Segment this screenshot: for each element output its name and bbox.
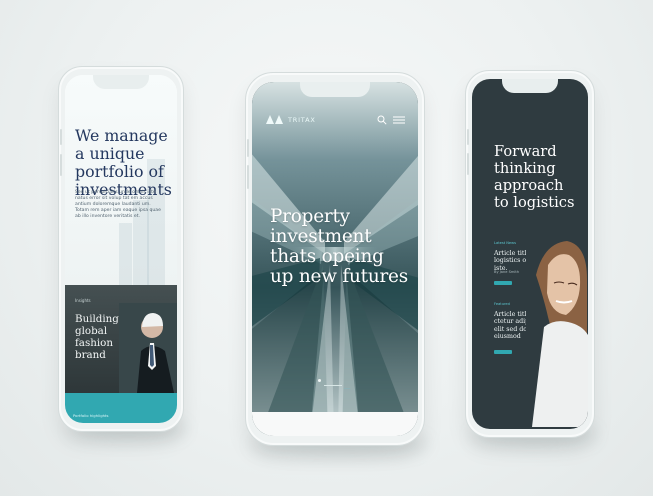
center-phone-notch — [300, 82, 370, 97]
header-actions — [377, 115, 406, 125]
left-phone-notch — [93, 75, 149, 89]
logistics-heading: Forward thinking approach to logistics — [494, 143, 575, 211]
feature-card[interactable]: Insights Building a global fashion brand — [65, 285, 177, 393]
article-meta-1: By Jane Smith — [494, 270, 520, 274]
hero-title: Property investment thats opeing up new … — [270, 206, 408, 287]
menu-icon[interactable] — [392, 115, 406, 125]
right-phone-side-button-top — [467, 129, 469, 145]
brand-name: TRITAX — [288, 115, 316, 124]
search-icon[interactable] — [377, 115, 387, 125]
right-phone-screen: Forward thinking approach to logistics L… — [472, 79, 588, 429]
mockup-stage: We manage a unique portfolio of investme… — [0, 0, 653, 496]
right-phone-mockup: Forward thinking approach to logistics L… — [465, 70, 595, 438]
triangle-logo-icon — [266, 115, 283, 124]
left-phone-side-button-bottom — [60, 154, 62, 176]
center-phone-screen: TRITAX Property investment thats opeing … — [252, 82, 418, 436]
right-phone-notch — [502, 79, 558, 93]
man-portrait-image — [119, 303, 177, 393]
left-phone-mockup: We manage a unique portfolio of investme… — [58, 66, 184, 432]
decorative-bar-small — [119, 223, 132, 285]
slide-indicator-dot[interactable] — [318, 379, 321, 382]
left-phone-screen: We manage a unique portfolio of investme… — [65, 75, 177, 423]
left-phone-side-button-top — [60, 129, 62, 145]
read-more-button-2[interactable] — [494, 350, 512, 354]
woman-portrait-image — [526, 227, 588, 427]
read-more-button-1[interactable] — [494, 281, 512, 285]
slide-progress-line — [324, 385, 342, 386]
center-phone-side-button-top — [247, 139, 249, 157]
center-screen-bottom-bar — [252, 412, 418, 436]
portfolio-heading: We manage a unique portfolio of investme… — [75, 126, 172, 199]
portfolio-footer-label: Portfolio highlights — [73, 413, 109, 418]
portfolio-description: Sed ut perspiciatis unde omnis iste natu… — [75, 190, 161, 219]
right-phone-side-button-bottom — [467, 153, 469, 175]
portfolio-footer[interactable]: Portfolio highlights — [65, 393, 177, 423]
article-label-1: Latest News — [494, 241, 516, 245]
center-phone-side-button-bottom — [247, 165, 249, 189]
article-label-2: Featured — [494, 302, 510, 306]
brand-logo[interactable]: TRITAX — [266, 115, 316, 124]
center-phone-mockup: TRITAX Property investment thats opeing … — [245, 72, 425, 446]
portfolio-intro-section: We manage a unique portfolio of investme… — [65, 75, 177, 287]
feature-tag: Insights — [75, 298, 91, 303]
slide-progress-mark — [344, 388, 350, 389]
